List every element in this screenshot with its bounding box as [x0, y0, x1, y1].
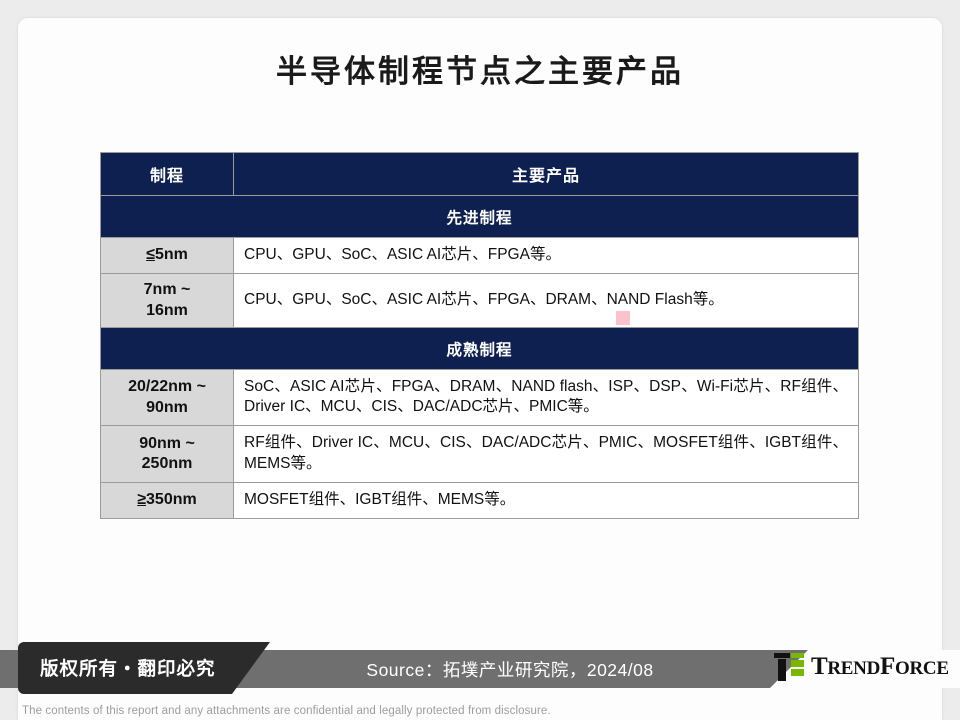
table-row: 20/22nm ~ 90nm SoC、ASIC AI芯片、FPGA、DRAM、NA… — [100, 369, 859, 427]
node-value: 350nm — [146, 490, 197, 508]
column-header-node: 制程 — [100, 152, 234, 196]
product-cell: MOSFET组件、IGBT组件、MEMS等。 — [233, 481, 859, 519]
table-header-row: 制程 主要产品 — [100, 152, 859, 196]
node-cell: 7nm ~ 16nm — [100, 273, 234, 329]
node-cell: ≥350nm — [100, 481, 234, 519]
table-row: 90nm ~ 250nm RF组件、Driver IC、MCU、CIS、DAC/A… — [100, 425, 859, 483]
brand-letter-t: T — [811, 653, 828, 680]
copyright-tab: 版权所有・翻印必究 — [18, 642, 270, 694]
source-label: Source：拓墣产业研究院，2024/08 — [366, 659, 654, 680]
brand-rend: REND — [827, 658, 881, 679]
node-line-2: 250nm — [141, 455, 193, 472]
section-band-row: 成熟制程 — [100, 327, 859, 371]
page-title: 半导体制程节点之主要产品 — [276, 54, 684, 90]
product-cell: CPU、GPU、SoC、ASIC AI芯片、FPGA等。 — [233, 236, 859, 275]
product-cell: SoC、ASIC AI芯片、FPGA、DRAM、NAND flash、ISP、D… — [233, 369, 859, 427]
table-row: 7nm ~ 16nm CPU、GPU、SoC、ASIC AI芯片、FPGA、DRA… — [100, 273, 859, 329]
product-cell: RF组件、Driver IC、MCU、CIS、DAC/ADC芯片、PMIC、MO… — [233, 425, 859, 483]
section-band-advanced: 先进制程 — [100, 195, 859, 238]
node-line-1: 90nm ~ — [139, 434, 195, 452]
copyright-label: 版权所有・翻印必究 — [40, 658, 216, 679]
trendforce-mark-icon — [774, 653, 804, 681]
process-node-table: 制程 主要产品 先进制程 ≤5nm CPU、GPU、SoC、ASIC AI芯片、… — [100, 152, 859, 519]
section-band-mature: 成熟制程 — [100, 327, 859, 371]
column-header-product: 主要产品 — [233, 152, 859, 196]
disclaimer-text: The contents of this report and any atta… — [22, 705, 551, 717]
node-prefix: ≤ — [146, 246, 155, 264]
brand-letter-f: F — [880, 653, 895, 680]
node-line-1: 20/22nm ~ — [128, 378, 206, 396]
node-value: 5nm — [154, 246, 188, 264]
node-line-1: 7nm ~ — [143, 281, 191, 299]
node-cell: ≤5nm — [100, 236, 234, 275]
node-line-2: 90nm — [146, 398, 188, 416]
node-cell: 90nm ~ 250nm — [100, 425, 234, 483]
product-cell: CPU、GPU、SoC、ASIC AI芯片、FPGA、DRAM、NAND Fla… — [233, 273, 859, 329]
node-prefix: ≥ — [137, 490, 147, 508]
node-cell: 20/22nm ~ 90nm — [100, 369, 234, 427]
pink-marker-artifact — [616, 311, 630, 325]
node-line-2: 16nm — [146, 301, 188, 319]
brand-orce: ORCE — [895, 658, 949, 679]
table-row: ≤5nm CPU、GPU、SoC、ASIC AI芯片、FPGA等。 — [100, 236, 859, 275]
slide-footer: 版权所有・翻印必究 Source：拓墣产业研究院，2024/08 TRENDFO… — [0, 630, 960, 720]
slide-card: 半导体制程节点之主要产品 拓墣 TRI TECHNOLOGY RESEARCH … — [18, 18, 942, 720]
table-row: ≥350nm MOSFET组件、IGBT组件、MEMS等。 — [100, 481, 859, 519]
section-band-row: 先进制程 — [100, 195, 859, 238]
trendforce-logo: TRENDFORCE — [760, 642, 960, 692]
trendforce-wordmark: TRENDFORCE — [811, 653, 949, 681]
